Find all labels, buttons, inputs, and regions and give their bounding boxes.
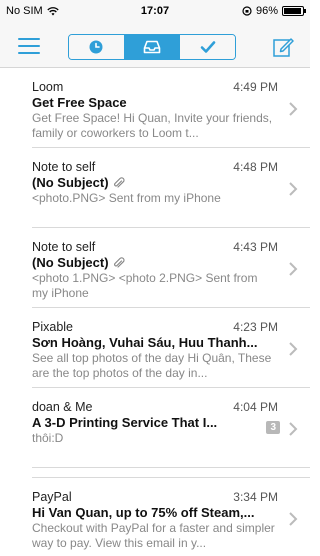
email-subject: Sơn Hoàng, Vuhai Sáu, Huu Thanh... — [32, 335, 257, 350]
email-time: 4:48 PM — [233, 160, 278, 174]
email-preview: See all top photos of the day Hi Quân, T… — [32, 351, 272, 380]
status-bar: No SIM 17:07 96% — [0, 0, 310, 22]
email-subject: Hi Van Quan, up to 75% off Steam,... — [32, 505, 254, 520]
email-preview: Get Free Space! Hi Quan, Invite your fri… — [32, 111, 273, 140]
email-time: 4:04 PM — [233, 400, 278, 414]
email-subject-text: (No Subject) — [32, 175, 109, 190]
email-row[interactable]: Note to self 4:43 PM (No Subject) <photo… — [32, 228, 310, 308]
email-preview: thôi:D — [32, 431, 64, 445]
email-subject-text: A 3-D Printing Service That I... — [32, 415, 218, 430]
email-time: 3:34 PM — [233, 490, 278, 504]
email-preview: <photo.PNG> Sent from my iPhone — [32, 191, 221, 205]
list-separator — [32, 468, 310, 478]
email-subject-text: Sơn Hoàng, Vuhai Sáu, Huu Thanh... — [32, 335, 258, 350]
email-subject: A 3-D Printing Service That I... — [32, 415, 217, 430]
tab-inbox[interactable] — [124, 35, 181, 59]
chevron-right-icon — [289, 262, 298, 276]
compose-icon[interactable] — [272, 36, 294, 58]
email-row[interactable]: Pixable 4:23 PM Sơn Hoàng, Vuhai Sáu, Hu… — [32, 308, 310, 388]
email-subject: (No Subject) — [32, 175, 125, 190]
email-sender: Note to self — [32, 240, 96, 254]
orientation-lock-icon — [242, 6, 252, 16]
email-time: 4:43 PM — [233, 240, 278, 254]
email-preview: <photo 1.PNG> <photo 2.PNG> Sent from my… — [32, 271, 258, 300]
battery-percent: 96% — [255, 5, 278, 17]
nav-bar — [0, 22, 310, 68]
email-subject: Get Free Space — [32, 95, 127, 110]
inbox-tray-icon — [143, 40, 161, 54]
chevron-right-icon — [289, 182, 298, 196]
email-subject-text: Hi Van Quan, up to 75% off Steam,... — [32, 505, 255, 520]
status-right: 96% — [242, 5, 306, 17]
email-sender: Note to self — [32, 160, 96, 174]
segmented-control — [68, 34, 236, 60]
email-list: Loom 4:49 PM Get Free Space Get Free Spa… — [0, 68, 310, 556]
chevron-right-icon — [289, 102, 298, 116]
email-sender: doan & Me — [32, 400, 93, 414]
tab-later[interactable] — [69, 35, 125, 59]
chevron-right-icon — [289, 422, 298, 436]
thread-count-badge: 3 — [266, 421, 280, 434]
email-row[interactable]: doan & Me 4:04 PM A 3-D Printing Service… — [32, 388, 310, 468]
email-subject-text: Get Free Space — [32, 95, 127, 110]
clock-icon — [89, 40, 103, 54]
paperclip-icon — [113, 256, 125, 268]
email-subject-text: (No Subject) — [32, 255, 109, 270]
email-row[interactable]: PayPal 3:34 PM Hi Van Quan, up to 75% of… — [32, 478, 310, 556]
email-preview: Checkout with PayPal for a faster and si… — [32, 521, 275, 550]
battery-icon — [282, 6, 306, 16]
email-sender: Loom — [32, 80, 64, 94]
paperclip-icon — [113, 176, 125, 188]
chevron-right-icon — [289, 342, 298, 356]
email-time: 4:23 PM — [233, 320, 278, 334]
checkmark-icon — [200, 41, 215, 53]
email-row[interactable]: Note to self 4:48 PM (No Subject) <photo… — [32, 148, 310, 228]
email-row[interactable]: Loom 4:49 PM Get Free Space Get Free Spa… — [32, 68, 310, 148]
email-sender: PayPal — [32, 490, 72, 504]
tab-done[interactable] — [180, 35, 235, 59]
chevron-right-icon — [289, 512, 298, 526]
email-time: 4:49 PM — [233, 80, 278, 94]
menu-icon[interactable] — [18, 38, 40, 54]
email-subject: (No Subject) — [32, 255, 125, 270]
email-sender: Pixable — [32, 320, 73, 334]
